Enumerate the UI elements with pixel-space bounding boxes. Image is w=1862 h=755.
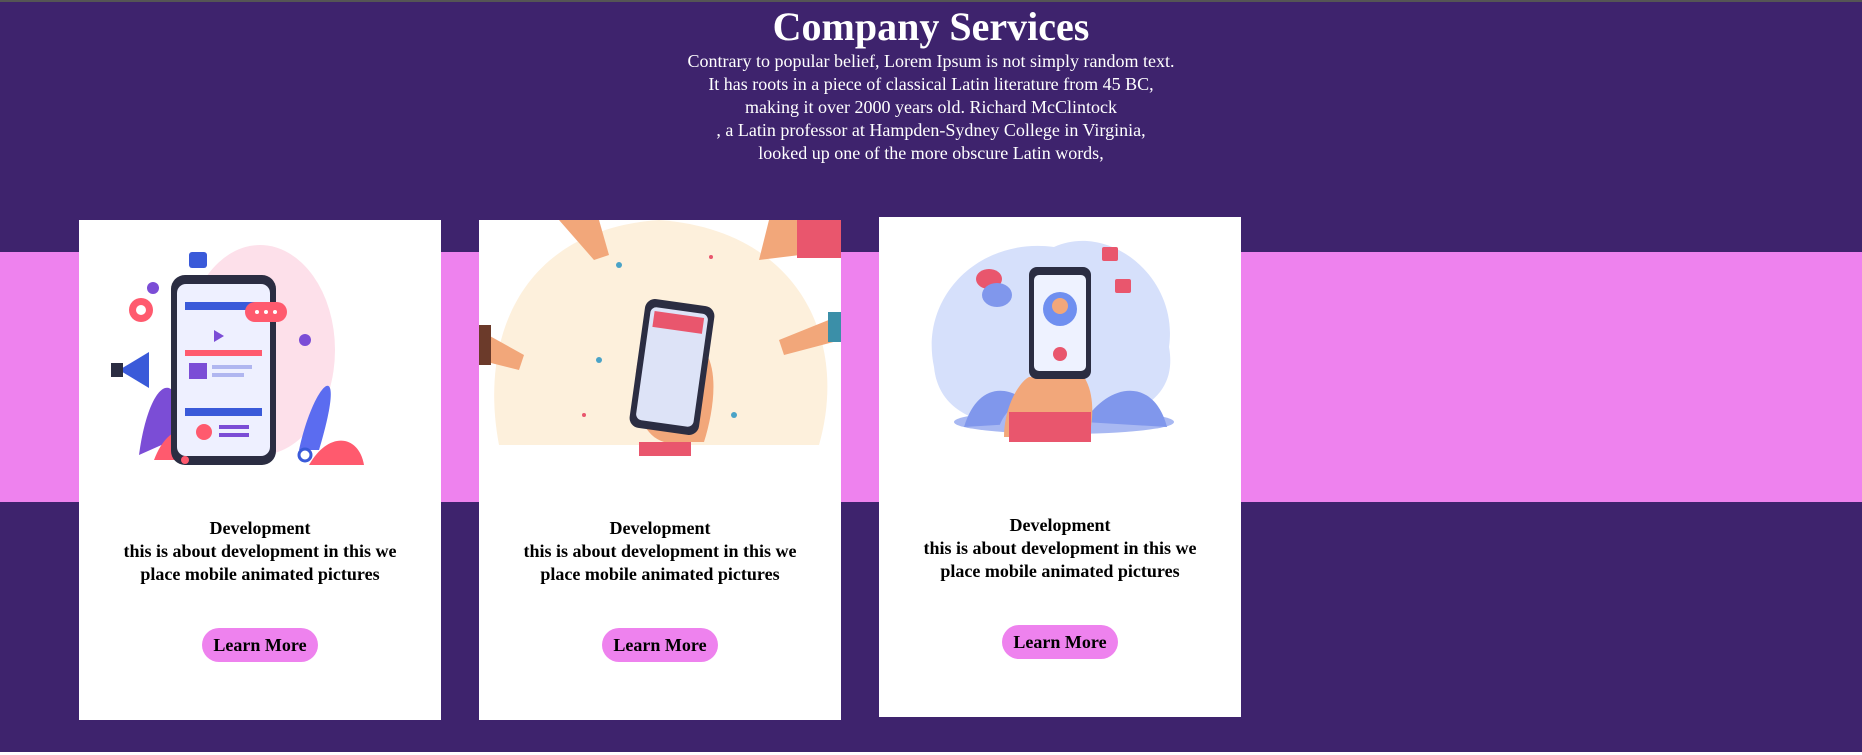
learn-more-button[interactable]: Learn More <box>1002 625 1118 659</box>
learn-more-button[interactable]: Learn More <box>202 628 318 662</box>
intro-line: , a Latin professor at Hampden-Sydney Co… <box>716 120 1146 140</box>
intro-line: looked up one of the more obscure Latin … <box>758 143 1104 163</box>
card-description: place mobile animated pictures <box>940 561 1180 581</box>
card-description: place mobile animated pictures <box>540 564 780 584</box>
intro-line: Contrary to popular belief, Lorem Ipsum … <box>687 51 1175 71</box>
card-title: Development <box>609 518 711 538</box>
mobile-news-illustration <box>479 220 841 490</box>
card-description: this is about development in this we <box>523 541 797 561</box>
page-title: Company Services <box>772 4 1090 49</box>
intro-paragraph: Contrary to popular belief, Lorem Ipsum … <box>0 50 1862 165</box>
intro-line: It has roots in a piece of classical Lat… <box>708 74 1154 94</box>
card-title: Development <box>1009 515 1111 535</box>
service-card: Development this is about development in… <box>79 220 441 720</box>
card-text: Development this is about development in… <box>79 517 441 586</box>
card-title: Development <box>209 518 311 538</box>
card-text: Development this is about development in… <box>479 517 841 586</box>
mobile-marketing-illustration <box>79 220 441 490</box>
card-description: place mobile animated pictures <box>140 564 380 584</box>
service-card: Development this is about development in… <box>879 217 1241 717</box>
video-call-illustration <box>879 217 1241 487</box>
card-description: this is about development in this we <box>123 541 397 561</box>
learn-more-button[interactable]: Learn More <box>602 628 718 662</box>
intro-line: making it over 2000 years old. Richard M… <box>745 97 1117 117</box>
card-description: this is about development in this we <box>923 538 1197 558</box>
service-card: Development this is about development in… <box>479 220 841 720</box>
card-text: Development this is about development in… <box>879 514 1241 583</box>
